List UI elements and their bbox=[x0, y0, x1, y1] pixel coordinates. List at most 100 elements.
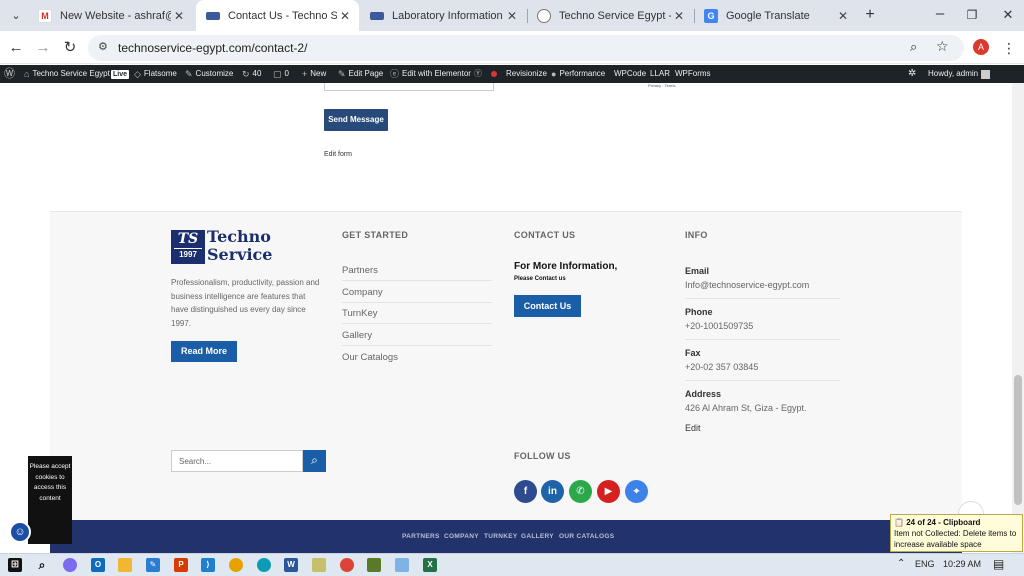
bottom-link-turnkey[interactable]: TURNKEY bbox=[484, 533, 518, 540]
bottom-link-catalogs[interactable]: OUR CATALOGS bbox=[559, 533, 614, 540]
customize-link[interactable]: ✎ Customize bbox=[185, 65, 233, 83]
bottom-link-gallery[interactable]: GALLERY bbox=[521, 533, 554, 540]
excel-icon[interactable]: X bbox=[423, 558, 437, 572]
tab-laboratory[interactable]: Laboratory Information Mar ✕ bbox=[360, 0, 526, 31]
edge-icon[interactable] bbox=[257, 558, 271, 572]
whatsapp-icon[interactable]: ✆ bbox=[569, 480, 592, 503]
chrome-active-icon[interactable] bbox=[340, 558, 354, 572]
recaptcha-links[interactable]: Privacy - Terms bbox=[648, 83, 675, 88]
scrollbar-thumb[interactable] bbox=[1014, 375, 1022, 505]
tab-gmail[interactable]: M New Website - ashraf@tech ✕ bbox=[28, 0, 193, 31]
edit-link[interactable]: Edit bbox=[685, 423, 701, 433]
word-icon[interactable]: W bbox=[284, 558, 298, 572]
llar-link[interactable]: LLAR bbox=[650, 65, 670, 83]
file-explorer-icon[interactable] bbox=[118, 558, 132, 572]
close-icon[interactable]: ✕ bbox=[337, 9, 353, 23]
footer-link-gallery[interactable]: Gallery bbox=[342, 330, 372, 341]
flatsome-link[interactable]: ◇ Flatsome bbox=[134, 65, 177, 83]
copilot-icon[interactable] bbox=[63, 558, 77, 572]
new-content-link[interactable]: + New bbox=[302, 65, 326, 83]
app-icon[interactable] bbox=[312, 558, 326, 572]
contact-heading: For More Information, bbox=[514, 261, 618, 272]
edit-form-link[interactable]: Edit form bbox=[324, 151, 352, 158]
clipboard-title-text: 24 of 24 - Clipboard bbox=[906, 518, 981, 527]
phone-value[interactable]: +20-1001509735 bbox=[685, 321, 753, 331]
updates-link[interactable]: ↻ 40 bbox=[242, 65, 261, 83]
site-name-link[interactable]: ⌂ Techno Service Egypt bbox=[24, 65, 110, 83]
bottom-link-company[interactable]: COMPANY bbox=[444, 533, 479, 540]
close-icon[interactable]: ✕ bbox=[504, 9, 520, 23]
tab-techno-auto[interactable]: Techno Service Egypt - Auto ✕ bbox=[527, 0, 693, 31]
yoast-icon[interactable]: Ⓨ bbox=[474, 65, 482, 83]
wpforms-link[interactable]: WPForms bbox=[675, 65, 711, 83]
search-input[interactable]: Search... bbox=[171, 450, 303, 472]
vscode-icon[interactable]: ⟩ bbox=[201, 558, 215, 572]
profile-avatar[interactable]: A bbox=[973, 39, 989, 55]
restore-icon[interactable]: ❐ bbox=[962, 5, 982, 25]
forward-icon[interactable]: → bbox=[33, 38, 53, 58]
performance-link[interactable]: ● Performance bbox=[551, 65, 605, 83]
contact-us-title: CONTACT US bbox=[514, 230, 576, 240]
footer-link-company[interactable]: Company bbox=[342, 287, 383, 298]
bottom-link-partners[interactable]: PARTNERS bbox=[402, 533, 440, 540]
clipboard-notification[interactable]: 📋 24 of 24 - Clipboard Item not Collecte… bbox=[890, 514, 1023, 552]
outlook-icon[interactable]: O bbox=[91, 558, 105, 572]
map-icon[interactable]: ⌖ bbox=[625, 480, 648, 503]
close-icon[interactable]: ✕ bbox=[671, 9, 687, 23]
read-more-button[interactable]: Read More bbox=[171, 341, 237, 362]
account-menu[interactable]: Howdy, admin bbox=[928, 65, 991, 83]
sticky-icon[interactable]: ✎ bbox=[146, 558, 160, 572]
footer-link-catalogs[interactable]: Our Catalogs bbox=[342, 352, 398, 363]
comments-link[interactable]: ▢ 0 bbox=[273, 65, 289, 83]
notepad-icon[interactable] bbox=[395, 558, 409, 572]
youtube-icon[interactable]: ▶ bbox=[597, 480, 620, 503]
pdf-icon[interactable]: P bbox=[174, 558, 188, 572]
reload-icon[interactable]: ↻ bbox=[60, 38, 80, 58]
chrome-icon[interactable] bbox=[229, 558, 243, 572]
divider bbox=[342, 323, 492, 324]
footer-link-partners[interactable]: Partners bbox=[342, 265, 378, 276]
search-button[interactable]: ⌕ bbox=[303, 450, 326, 472]
accessibility-widget-icon[interactable]: ☺ bbox=[9, 521, 31, 543]
app-icon[interactable] bbox=[367, 558, 381, 572]
close-icon[interactable]: ✕ bbox=[835, 9, 851, 23]
linkedin-icon[interactable]: in bbox=[541, 480, 564, 503]
send-message-button[interactable]: Send Message bbox=[324, 109, 388, 131]
page-scrollbar[interactable] bbox=[1012, 83, 1024, 553]
email-value[interactable]: Info@technoservice-egypt.com bbox=[685, 280, 809, 290]
language-indicator[interactable]: ENG bbox=[915, 559, 935, 569]
tab-google-translate[interactable]: G Google Translate ✕ bbox=[694, 0, 857, 31]
flatsome-icon: ◇ bbox=[134, 69, 141, 79]
tray-chevron-icon[interactable]: ⌃ bbox=[897, 558, 905, 569]
form-textarea[interactable] bbox=[324, 83, 494, 91]
tab-contact-us[interactable]: Contact Us - Techno Service ✕ bbox=[196, 0, 359, 31]
minimize-icon[interactable]: – bbox=[930, 4, 950, 24]
elementor-link[interactable]: ⓔ Edit with Elementor bbox=[390, 65, 471, 83]
edit-page-link[interactable]: ✎ Edit Page bbox=[338, 65, 383, 83]
url-text[interactable]: technoservice-egypt.com/contact-2/ bbox=[118, 41, 307, 55]
search-taskbar-icon[interactable]: ⌕ bbox=[35, 558, 49, 572]
page-content: Privacy - Terms Send Message Edit form T… bbox=[0, 83, 1012, 553]
close-icon[interactable]: ✕ bbox=[171, 9, 187, 23]
tab-search-icon[interactable]: ⌄ bbox=[6, 6, 26, 26]
window-close-icon[interactable]: ✕ bbox=[998, 5, 1018, 25]
techno-service-logo[interactable]: TS 1997 Techno Service bbox=[171, 227, 273, 266]
facebook-icon[interactable]: f bbox=[514, 480, 537, 503]
menu-kebab-icon[interactable]: ⋮ bbox=[999, 38, 1019, 58]
cookie-notice: Please accept cookies to access this con… bbox=[28, 456, 72, 544]
back-icon[interactable]: ← bbox=[6, 38, 26, 58]
site-info-icon[interactable]: ⚙ bbox=[98, 40, 108, 53]
clock[interactable]: 10:29 AM bbox=[943, 559, 981, 569]
start-icon[interactable]: ⊞ bbox=[8, 558, 22, 572]
omnibox[interactable]: ⚙ technoservice-egypt.com/contact-2/ ⌕ ☆ bbox=[88, 35, 964, 61]
bookmark-star-icon[interactable]: ☆ bbox=[936, 38, 949, 55]
notification-icon[interactable]: ▤ bbox=[993, 557, 1004, 571]
new-tab-icon[interactable]: + bbox=[860, 5, 880, 25]
revisionize-link[interactable]: Revisionize bbox=[506, 65, 547, 83]
contact-us-button[interactable]: Contact Us bbox=[514, 295, 581, 317]
accessibility-icon[interactable]: ✲ bbox=[908, 65, 916, 83]
footer-link-turnkey[interactable]: TurnKey bbox=[342, 308, 378, 319]
zoom-search-icon[interactable]: ⌕ bbox=[910, 39, 917, 55]
wpcode-link[interactable]: WPCode bbox=[614, 65, 646, 83]
wordpress-logo-icon[interactable]: Ⓦ bbox=[4, 65, 15, 83]
